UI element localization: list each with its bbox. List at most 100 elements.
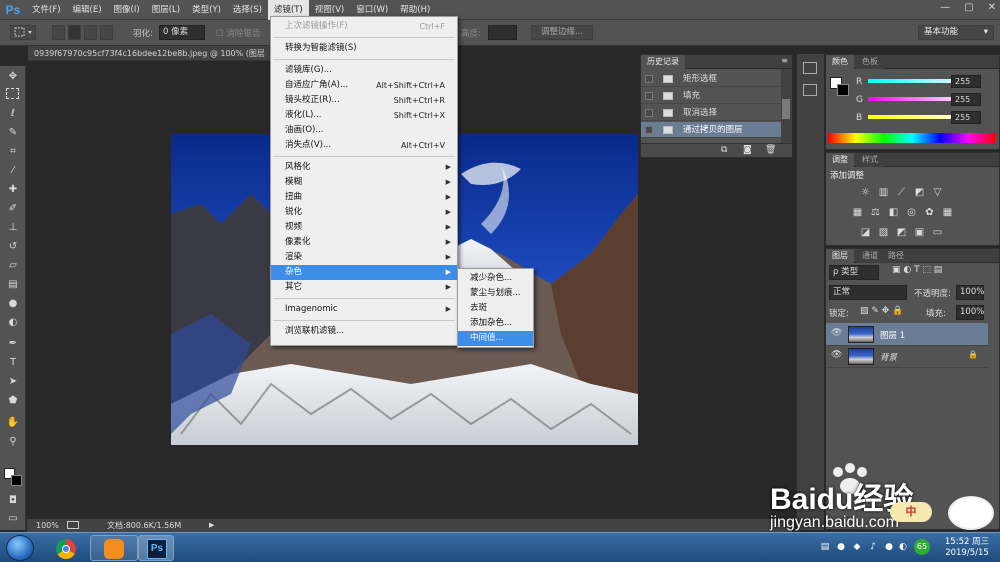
gradient-map-icon[interactable]: ▭ xyxy=(932,227,943,238)
photo-filter-icon[interactable]: ◎ xyxy=(906,207,917,218)
filter-menu-item[interactable]: 其它 ▶ xyxy=(271,280,457,295)
history-row[interactable]: 取消选择 xyxy=(641,105,781,121)
paths-tab[interactable]: 路径 xyxy=(882,249,910,263)
filter-menu-item[interactable]: 消失点(V)... Alt+Ctrl+V xyxy=(271,138,457,153)
filter-menu-item[interactable]: 滤镜库(G)... xyxy=(271,63,457,78)
tray-app-icon[interactable]: ◐ xyxy=(898,542,908,552)
menu-item[interactable]: 选择(S) xyxy=(227,0,268,20)
swatches-tab[interactable]: 色板 xyxy=(856,55,884,69)
close-icon[interactable]: ✕ xyxy=(988,2,996,13)
status-menu-arrow-icon[interactable]: ▶ xyxy=(209,519,214,532)
menu-item[interactable]: 图层(L) xyxy=(146,0,186,20)
zoom-level[interactable]: 100% xyxy=(36,519,59,532)
menu-item[interactable]: 图像(I) xyxy=(108,0,146,20)
history-row[interactable]: 填充 xyxy=(641,88,781,104)
tray-qq-icon[interactable]: ● xyxy=(836,542,846,552)
history-row[interactable]: 矩形选框 xyxy=(641,71,781,87)
tray-volume-icon[interactable]: ♪ xyxy=(868,542,878,552)
menu-item[interactable]: 编辑(E) xyxy=(67,0,108,20)
layer-row[interactable]: 👁 图层 1 xyxy=(826,323,988,346)
tray-network-icon[interactable]: ▤ xyxy=(820,542,830,552)
tray-wechat-icon[interactable]: ● xyxy=(884,542,894,552)
levels-icon[interactable]: ▥ xyxy=(878,187,889,198)
noise-menu-item[interactable]: 中间值... xyxy=(458,331,533,346)
uc-browser-taskbar-icon[interactable] xyxy=(90,535,138,561)
styles-tab[interactable]: 样式 xyxy=(856,153,884,167)
history-row[interactable]: 通过拷贝的图层 xyxy=(641,122,781,138)
maximize-icon[interactable]: ▢ xyxy=(964,2,973,13)
threshold-icon[interactable]: ◩ xyxy=(896,227,907,238)
filter-menu-item[interactable]: 自适应广角(A)... Alt+Shift+Ctrl+A xyxy=(271,78,457,93)
channels-tab[interactable]: 通道 xyxy=(856,249,884,263)
menu-item[interactable]: 类型(Y) xyxy=(186,0,227,20)
r-value[interactable]: 255 xyxy=(951,75,981,88)
noise-menu-item[interactable]: 添加杂色... xyxy=(458,316,533,331)
filter-menu-item[interactable]: 液化(L)... Shift+Ctrl+X xyxy=(271,108,457,123)
panel-menu-icon[interactable]: ≡ xyxy=(781,56,788,65)
color-balance-icon[interactable]: ⚖ xyxy=(870,207,881,218)
color-lookup-icon[interactable]: ▦ xyxy=(942,207,953,218)
filter-menu-item[interactable]: 锐化 ▶ xyxy=(271,205,457,220)
subtract-selection-button[interactable] xyxy=(84,25,97,40)
history-source-checkbox[interactable] xyxy=(645,92,653,100)
eyedropper-tool-icon[interactable]: ⁄ xyxy=(5,164,21,178)
eye-icon[interactable]: 👁 xyxy=(831,328,842,338)
start-button[interactable] xyxy=(6,535,34,561)
filter-menu-item[interactable]: 视频 ▶ xyxy=(271,220,457,235)
refine-edge-button[interactable]: 调整边缘... xyxy=(531,25,593,40)
selective-color-icon[interactable]: ▣ xyxy=(914,227,925,238)
opacity-input[interactable]: 100% xyxy=(956,285,984,300)
height-input[interactable] xyxy=(488,25,517,40)
snapshot-icon[interactable]: ◙ xyxy=(743,145,752,155)
eye-icon[interactable]: 👁 xyxy=(831,350,842,360)
color-tab[interactable]: 颜色 xyxy=(826,55,854,69)
hand-tool-icon[interactable]: ✋ xyxy=(5,416,21,430)
posterize-icon[interactable]: ▧ xyxy=(878,227,889,238)
history-source-checkbox[interactable] xyxy=(645,126,653,134)
noise-menu-item[interactable]: 蒙尘与划痕... xyxy=(458,286,533,301)
lock-icons[interactable]: ▧ ✎ ✥ 🔒 xyxy=(860,306,903,316)
move-tool-icon[interactable]: ✥ xyxy=(5,70,21,84)
quick-mask-icon[interactable]: ◘ xyxy=(5,494,21,508)
document-tab[interactable]: 0939f67970c95cf73f4c16bdee12be8b.jpeg @ … xyxy=(28,46,273,61)
histogram-icon[interactable] xyxy=(803,62,817,74)
trash-icon[interactable]: 🗑 xyxy=(765,145,776,155)
chrome-taskbar-icon[interactable] xyxy=(46,535,84,561)
history-brush-icon[interactable]: ↺ xyxy=(5,240,21,254)
g-value[interactable]: 255 xyxy=(951,93,981,106)
layer-filter-select[interactable]: ρ 类型 xyxy=(829,265,879,280)
type-tool-icon[interactable]: T xyxy=(5,356,21,370)
filter-menu-item[interactable]: 浏览联机滤镜... xyxy=(271,324,457,339)
history-scrollbar[interactable] xyxy=(781,69,792,143)
feather-input[interactable]: 0 像素 xyxy=(159,25,205,40)
system-clock[interactable]: 15:52 周三 2019/5/15 xyxy=(940,537,994,559)
blur-tool-icon[interactable]: ● xyxy=(5,297,21,311)
layer-row[interactable]: 👁 背景 🔒 xyxy=(826,345,988,368)
bg-color-chip[interactable] xyxy=(837,84,849,96)
screen-mode-icon[interactable]: ▭ xyxy=(5,512,21,526)
crop-tool-icon[interactable]: ⌗ xyxy=(5,145,21,159)
filter-menu-item[interactable]: 模糊 ▶ xyxy=(271,175,457,190)
noise-menu-item[interactable]: 去斑 xyxy=(458,301,533,316)
adjustments-tab[interactable]: 调整 xyxy=(826,153,854,167)
channel-mixer-icon[interactable]: ✿ xyxy=(924,207,935,218)
history-tab[interactable]: 历史记录 xyxy=(641,55,685,69)
layer-filter-icons[interactable]: ▣ ◐ T ⬚ ▤ xyxy=(892,265,942,275)
shape-tool-icon[interactable]: ⬟ xyxy=(5,394,21,408)
layer-name[interactable]: 背景 xyxy=(880,351,897,363)
filter-menu-item[interactable]: 渲染 ▶ xyxy=(271,250,457,265)
menu-item[interactable]: 文件(F) xyxy=(26,0,67,20)
filter-menu-item[interactable]: 镜头校正(R)... Shift+Ctrl+R xyxy=(271,93,457,108)
bw-icon[interactable]: ◧ xyxy=(888,207,899,218)
quick-select-tool-icon[interactable]: ✎ xyxy=(5,126,21,140)
info-icon[interactable] xyxy=(803,84,817,96)
tray-antivirus-icon[interactable]: ◆ xyxy=(852,542,862,552)
layers-tab[interactable]: 图层 xyxy=(826,249,854,263)
noise-menu-item[interactable]: 减少杂色... xyxy=(458,271,533,286)
healing-brush-icon[interactable]: ✚ xyxy=(5,183,21,197)
hue-icon[interactable]: ▦ xyxy=(852,207,863,218)
filter-menu-item[interactable]: 像素化 ▶ xyxy=(271,235,457,250)
exposure-icon[interactable]: ◩ xyxy=(914,187,925,198)
vibrance-icon[interactable]: ▽ xyxy=(932,187,943,198)
blend-mode-select[interactable]: 正常 xyxy=(829,285,907,300)
